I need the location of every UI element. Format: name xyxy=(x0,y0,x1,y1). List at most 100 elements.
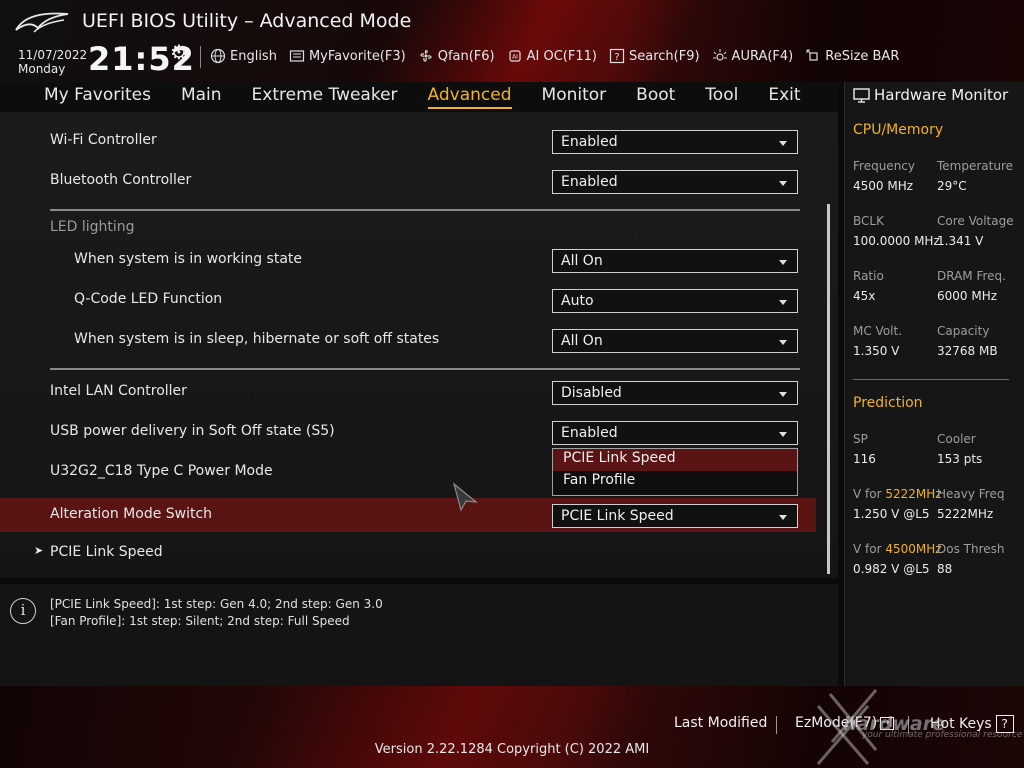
resize-bar-button[interactable]: ReSize BAR xyxy=(805,48,899,64)
rog-logo xyxy=(15,12,69,33)
language-button[interactable]: English xyxy=(210,48,277,64)
mc-volt-label: MC Volt. xyxy=(853,324,903,338)
tab-my-favorites[interactable]: My Favorites xyxy=(44,85,151,109)
led-working-select[interactable]: All On xyxy=(552,249,798,273)
setting-row-qcode[interactable]: Q-Code LED Function Auto xyxy=(0,283,838,317)
dropdown-option-fan-profile[interactable]: Fan Profile xyxy=(553,471,797,493)
chevron-down-icon xyxy=(779,181,787,186)
ai-oc-button[interactable]: AI AI OC(F11) xyxy=(507,48,597,64)
dos-thresh-label: Dos Thresh xyxy=(937,542,1005,556)
setting-row-lan[interactable]: Intel LAN Controller Disabled xyxy=(0,375,838,409)
chevron-down-icon xyxy=(779,300,787,305)
ai-chip-icon: AI xyxy=(509,50,521,62)
date-text: 11/07/2022 xyxy=(18,48,88,62)
section-header-led: LED lighting xyxy=(0,211,838,245)
ratio-value: 45x xyxy=(853,289,876,303)
qcode-led-value: Auto xyxy=(561,293,594,309)
last-modified-button[interactable]: Last Modified xyxy=(674,715,767,731)
version-text: Version 2.22.1284 Copyright (C) 2022 AMI xyxy=(374,742,650,757)
date-display: 11/07/2022 Monday xyxy=(18,48,87,76)
header-divider xyxy=(200,46,201,68)
frequency-label: Frequency xyxy=(853,159,915,173)
usb-power-label: USB power delivery in Soft Off state (S5… xyxy=(50,423,335,439)
pcie-link-speed-label: PCIE Link Speed xyxy=(50,544,163,560)
mouse-cursor-icon xyxy=(452,482,478,512)
chevron-down-icon xyxy=(779,515,787,520)
aura-button[interactable]: AURA(F4) xyxy=(712,48,794,64)
v-for-freq: 4500MHz xyxy=(885,542,942,556)
v-for-4500-label: V for 4500MHz xyxy=(853,542,942,556)
search-label: Search(F9) xyxy=(628,48,700,64)
aura-label: AURA(F4) xyxy=(731,48,794,64)
tab-tool[interactable]: Tool xyxy=(705,85,738,109)
chevron-down-icon xyxy=(779,141,787,146)
qfan-label: Qfan(F6) xyxy=(437,48,495,64)
setting-row-bluetooth[interactable]: Bluetooth Controller Enabled xyxy=(0,164,838,198)
qcode-led-label: Q-Code LED Function xyxy=(74,291,223,307)
v-for-5222-value: 1.250 V @L5 xyxy=(853,507,930,521)
settings-panel: Wi-Fi Controller Enabled Bluetooth Contr… xyxy=(0,112,838,578)
capacity-value: 32768 MB xyxy=(937,344,998,358)
type-c-power-label: U32G2_C18 Type C Power Mode xyxy=(50,463,273,479)
core-voltage-value: 1.341 V xyxy=(937,234,984,248)
menu-bar: My Favorites Main Extreme Tweaker Advanc… xyxy=(0,82,838,112)
dram-freq-value: 6000 MHz xyxy=(937,289,998,303)
cooler-value: 153 pts xyxy=(937,452,983,466)
setting-row-led-sleep[interactable]: When system is in sleep, hibernate or so… xyxy=(0,323,838,357)
scrollbar[interactable] xyxy=(827,204,830,574)
tab-advanced[interactable]: Advanced xyxy=(427,85,512,109)
tab-exit[interactable]: Exit xyxy=(768,85,800,109)
dram-freq-label: DRAM Freq. xyxy=(937,269,1006,283)
tab-extreme-tweaker[interactable]: Extreme Tweaker xyxy=(252,85,398,109)
tab-main[interactable]: Main xyxy=(181,85,222,109)
gear-icon[interactable]: ⚙ xyxy=(170,40,188,64)
led-sleep-select[interactable]: All On xyxy=(552,329,798,353)
submenu-arrow-icon: ➤ xyxy=(34,544,44,557)
chevron-down-icon xyxy=(779,340,787,345)
v-for-prefix: V for xyxy=(853,487,886,501)
intel-lan-label: Intel LAN Controller xyxy=(50,383,187,399)
temperature-value: 29°C xyxy=(937,179,967,193)
tab-monitor[interactable]: Monitor xyxy=(542,85,607,109)
fan-icon xyxy=(420,49,432,62)
intel-lan-select[interactable]: Disabled xyxy=(552,381,798,405)
svg-text:AI: AI xyxy=(512,54,518,61)
usb-power-value: Enabled xyxy=(561,425,618,441)
bluetooth-controller-select[interactable]: Enabled xyxy=(552,170,798,194)
setting-row-wifi[interactable]: Wi-Fi Controller Enabled xyxy=(0,124,838,158)
v-for-freq: 5222MHz xyxy=(885,487,942,501)
chevron-down-icon xyxy=(779,260,787,265)
led-lighting-heading: LED lighting xyxy=(50,219,135,235)
menu-tabs: My Favorites Main Extreme Tweaker Advanc… xyxy=(44,85,801,109)
mc-volt-value: 1.350 V xyxy=(853,344,900,358)
submenu-row-pcie[interactable]: ➤ PCIE Link Speed xyxy=(0,536,838,570)
sp-value: 116 xyxy=(853,452,876,466)
heavy-freq-label: Heavy Freq xyxy=(937,487,1005,501)
monitor-icon xyxy=(853,87,870,103)
capacity-label: Capacity xyxy=(937,324,990,338)
temperature-label: Temperature xyxy=(937,159,1014,173)
dropdown-option-pcie[interactable]: PCIE Link Speed xyxy=(553,449,797,471)
favorite-icon xyxy=(289,50,305,62)
heavy-freq-value: 5222MHz xyxy=(937,507,994,521)
setting-row-usb-power[interactable]: USB power delivery in Soft Off state (S5… xyxy=(0,415,838,449)
hardware-monitor-title: Hardware Monitor xyxy=(853,86,1008,104)
chevron-down-icon xyxy=(779,432,787,437)
app-title: UEFI BIOS Utility – Advanced Mode xyxy=(82,10,412,32)
ai-oc-label: AI OC(F11) xyxy=(526,48,597,64)
search-button[interactable]: ? Search(F9) xyxy=(609,48,700,64)
usb-power-select[interactable]: Enabled xyxy=(552,421,798,445)
hardware-monitor-label: Hardware Monitor xyxy=(874,86,1009,104)
myfavorite-button[interactable]: MyFavorite(F3) xyxy=(289,48,406,64)
qcode-led-select[interactable]: Auto xyxy=(552,289,798,313)
wifi-controller-select[interactable]: Enabled xyxy=(552,130,798,154)
tab-boot[interactable]: Boot xyxy=(636,85,675,109)
qfan-button[interactable]: Qfan(F6) xyxy=(418,48,495,64)
sp-label: SP xyxy=(853,432,868,446)
toolbar: English MyFavorite(F3) Qfan(F6) AI AI OC… xyxy=(210,48,899,64)
bclk-value: 100.0000 MHz xyxy=(853,234,940,248)
setting-row-led-working[interactable]: When system is in working state All On xyxy=(0,243,838,277)
setting-row-alteration[interactable]: Alteration Mode Switch PCIE Link Speed xyxy=(0,498,816,532)
footer-divider xyxy=(776,716,777,734)
alteration-mode-select[interactable]: PCIE Link Speed xyxy=(552,504,798,528)
